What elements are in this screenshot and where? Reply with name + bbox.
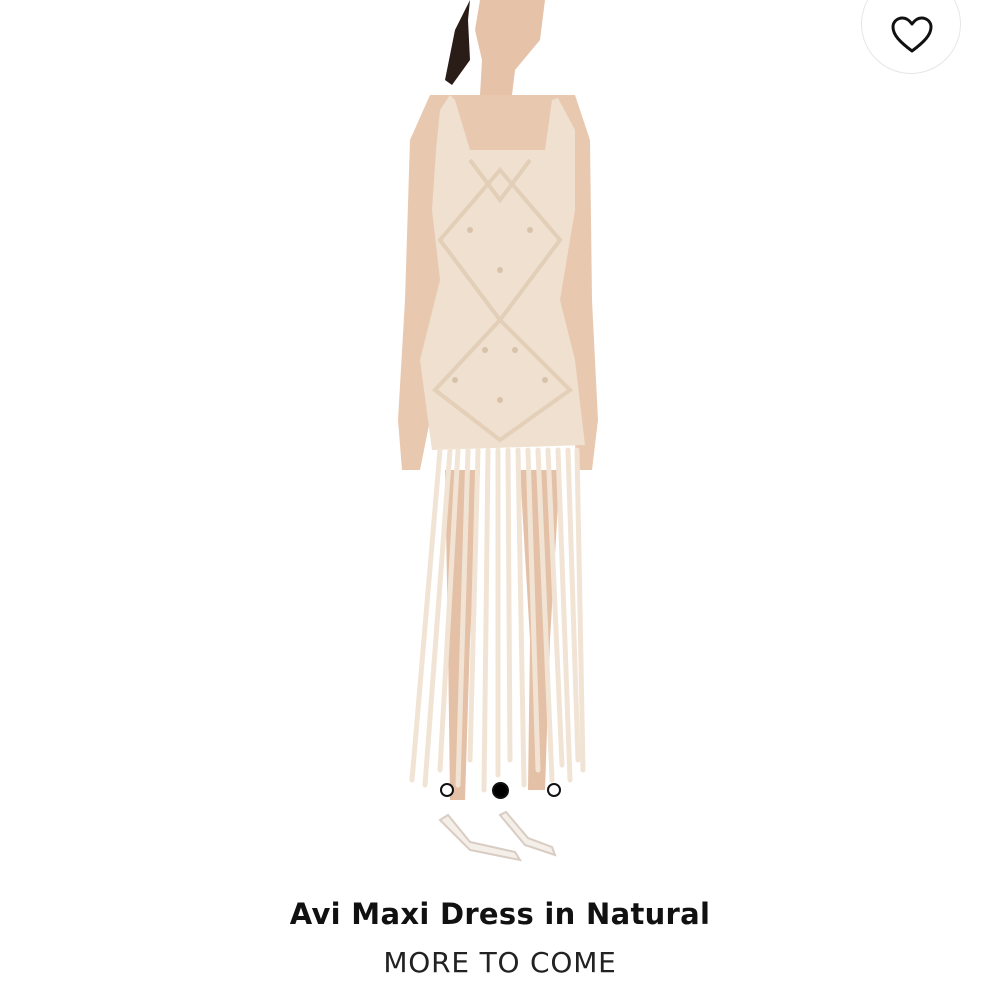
dress-illustration bbox=[398, 0, 598, 862]
heart-outline-icon bbox=[891, 16, 933, 53]
carousel-dots bbox=[0, 780, 1000, 800]
product-title[interactable]: Avi Maxi Dress in Natural bbox=[0, 897, 1000, 931]
product-image[interactable] bbox=[0, 0, 1000, 880]
product-status: MORE TO COME bbox=[383, 946, 617, 979]
carousel-dot-3[interactable] bbox=[546, 783, 561, 797]
carousel-dot-2-active[interactable] bbox=[491, 781, 509, 799]
carousel-dot-1[interactable] bbox=[439, 783, 454, 797]
